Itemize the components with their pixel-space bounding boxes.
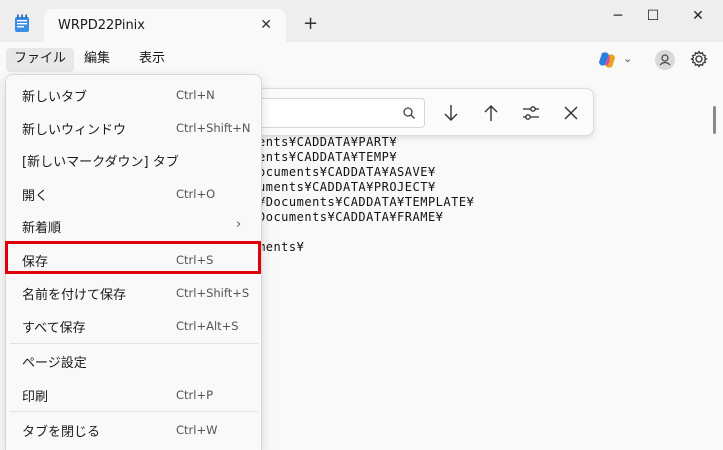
menu-item-label: 新着順 [22,221,62,236]
menu-item-new-markdown-tab[interactable]: [新しいマークダウン] タブ [6,143,261,175]
close-icon[interactable] [561,103,581,123]
menu-item-shortcut: Ctrl+Shift+N [176,121,251,135]
menu-item-new-tab[interactable]: 新しいタブ Ctrl+N [6,78,261,110]
menu-divider [10,411,258,412]
menu-item-label: 新しいタブ [22,90,88,105]
menu-item-label: ページ設定 [22,356,87,371]
menu-item-shortcut: Ctrl+Alt+S [176,319,239,333]
menu-item-print[interactable]: 印刷 Ctrl+P [6,378,261,410]
new-tab-button[interactable]: + [303,15,318,33]
menu-item-page-setup[interactable]: ページ設定 [6,344,261,376]
menu-item-new-window[interactable]: 新しいウィンドウ Ctrl+Shift+N [6,111,261,143]
menu-item-label: タブを閉じる [22,425,101,440]
editor-line: ocuments¥CADDATA¥ASAVE¥ [258,165,436,179]
save-highlight-box [5,241,261,274]
sliders-icon[interactable] [521,103,541,123]
menu-item-label: [新しいマークダウン] タブ [22,155,179,170]
find-bar [250,88,594,136]
menu-file[interactable]: ファイル [6,48,75,72]
menu-item-label: 新しいウィンドウ [22,123,127,138]
menu-item-shortcut: Ctrl+Shift+S [176,286,250,300]
menu-item-shortcut: Ctrl+P [176,388,214,402]
find-input[interactable] [255,98,425,128]
minimize-button[interactable]: ─ [608,6,628,26]
menu-item-label: 開く [22,189,49,204]
tab-document[interactable]: WRPD22Pinix ✕ [44,9,286,43]
menu-item-save-as[interactable]: 名前を付けて保存 Ctrl+Shift+S [6,276,261,308]
title-bar: WRPD22Pinix ✕ + ─ ☐ ✕ [0,0,723,43]
menu-bar: ファイル 編集 表示 ⌄ [0,42,723,76]
menu-item-label: 印刷 [22,390,49,405]
menu-item-save-all[interactable]: すべて保存 Ctrl+Alt+S [6,309,261,341]
editor-line: Documents¥CADDATA¥FRAME¥ [258,210,444,224]
copilot-chevron-down-icon[interactable]: ⌄ [623,52,632,65]
editor-line: ments¥ [258,240,305,254]
arrow-down-icon[interactable] [441,103,461,123]
editor-line: uments¥CADDATA¥PROJECT¥ [258,180,436,194]
editor-line: ents¥CADDATA¥PART¥ [258,135,398,149]
account-icon[interactable] [655,50,675,70]
vertical-scrollbar[interactable] [713,106,716,134]
menu-item-open[interactable]: 開く Ctrl+O [6,177,261,209]
gear-icon[interactable] [690,50,708,68]
menu-item-label: 名前を付けて保存 [22,288,127,303]
copilot-icon[interactable] [597,51,617,69]
editor-line: ents¥CADDATA¥TEMP¥ [258,150,398,164]
menu-view[interactable]: 表示 [131,48,173,72]
menu-item-recent[interactable]: 新着順 › [6,209,261,241]
maximize-button[interactable]: ☐ [643,6,663,26]
tab-title: WRPD22Pinix [58,18,145,33]
menu-item-shortcut: Ctrl+O [176,187,216,201]
notepad-icon [15,14,29,32]
menu-item-shortcut: Ctrl+N [176,88,215,102]
menu-item-label: すべて保存 [22,321,86,336]
menu-edit[interactable]: 編集 [76,48,118,72]
close-window-button[interactable]: ✕ [688,6,708,26]
search-icon [403,107,415,119]
menu-item-close-tab[interactable]: タブを閉じる Ctrl+W [6,413,261,445]
editor-line: ¥Documents¥CADDATA¥TEMPLATE¥ [258,195,475,209]
arrow-up-icon[interactable] [481,103,501,123]
menu-item-shortcut: Ctrl+W [176,423,218,437]
chevron-right-icon: › [236,217,242,232]
tab-close-icon[interactable]: ✕ [260,17,272,33]
